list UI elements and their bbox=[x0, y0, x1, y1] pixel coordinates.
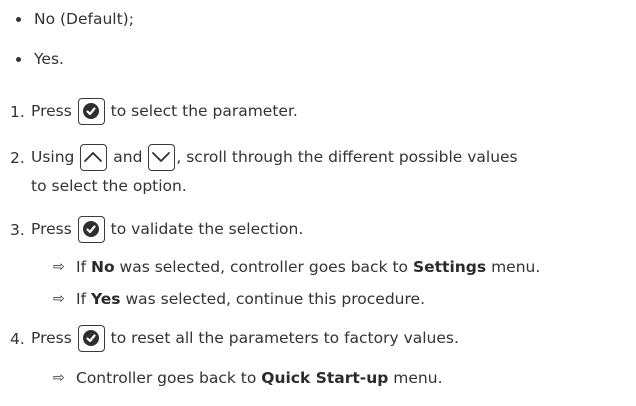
step-4: Press to reset all the parameters to fac… bbox=[31, 323, 459, 353]
step-text: Press bbox=[31, 329, 72, 347]
step-number: 4. bbox=[10, 330, 25, 348]
result-arrow-icon: ⇨ bbox=[53, 259, 65, 275]
bullet bbox=[16, 57, 21, 62]
result-arrow-icon: ⇨ bbox=[53, 370, 65, 386]
step-text: Using bbox=[31, 148, 75, 166]
step-text: , scroll through the different possible … bbox=[176, 148, 518, 166]
option-no-default: No (Default); bbox=[34, 10, 134, 28]
step-number: 3. bbox=[10, 221, 25, 239]
result-quick-startup: Controller goes back to Quick Start-up m… bbox=[76, 369, 443, 387]
step-text: to select the parameter. bbox=[110, 102, 298, 120]
bullet bbox=[16, 17, 21, 22]
ok-check-icon bbox=[77, 216, 105, 243]
step-text: Press bbox=[31, 102, 72, 120]
step-2: Using and , scroll through the different… bbox=[31, 142, 518, 172]
step-3: Press to validate the selection. bbox=[31, 214, 303, 244]
step-text: to validate the selection. bbox=[110, 220, 304, 238]
down-arrow-key-icon bbox=[148, 144, 176, 171]
step-2-continued: to select the option. bbox=[31, 177, 187, 195]
step-text: and bbox=[113, 148, 143, 166]
step-1: Press to select the parameter. bbox=[31, 96, 298, 126]
step-number: 2. bbox=[10, 149, 25, 167]
ok-check-icon bbox=[77, 325, 105, 352]
step-text: to reset all the parameters to factory v… bbox=[110, 329, 459, 347]
up-arrow-key-icon bbox=[80, 144, 108, 171]
option-yes: Yes. bbox=[34, 50, 64, 68]
result-arrow-icon: ⇨ bbox=[53, 291, 65, 307]
result-no: If No was selected, controller goes back… bbox=[76, 258, 541, 276]
result-yes: If Yes was selected, continue this proce… bbox=[76, 290, 426, 308]
step-text: Press bbox=[31, 220, 72, 238]
ok-check-icon bbox=[77, 98, 105, 125]
step-number: 1. bbox=[10, 103, 25, 121]
